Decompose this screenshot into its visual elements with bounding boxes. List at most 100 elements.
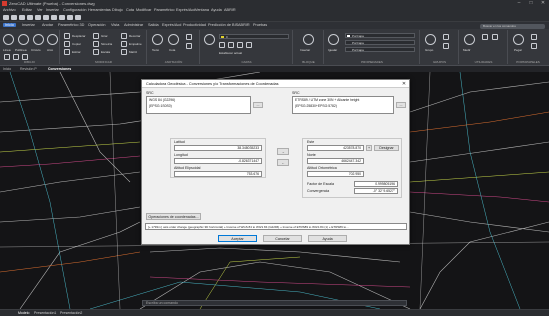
undo-icon[interactable] xyxy=(51,15,57,20)
mirror-icon[interactable] xyxy=(93,41,99,47)
menu-expres[interactable]: Exprés/Acd xyxy=(176,8,195,12)
match-icon[interactable] xyxy=(67,15,73,20)
copy-clip-icon[interactable] xyxy=(531,43,537,49)
linetype-select[interactable]: PorCapa xyxy=(345,40,415,45)
layer-lock-icon[interactable] xyxy=(237,42,243,48)
doc-tab-revision[interactable]: Revisión P xyxy=(20,67,37,71)
dialog-close-button[interactable]: ✕ xyxy=(399,80,409,88)
tab-inicio[interactable]: Inicio xyxy=(3,23,16,27)
insert-block-icon[interactable] xyxy=(303,34,314,45)
help-button[interactable]: Ayuda xyxy=(308,235,347,242)
scale-label[interactable]: Escala xyxy=(101,50,110,54)
stretch-icon[interactable] xyxy=(64,49,70,55)
tab-parametrico-3d[interactable]: Paramétrico 3D xyxy=(58,23,84,27)
tab-productividad[interactable]: Productividad xyxy=(183,23,206,27)
menu-herramientas[interactable]: Herramientas xyxy=(88,8,111,12)
layer-freeze-icon[interactable] xyxy=(228,42,234,48)
print-icon[interactable] xyxy=(35,15,41,20)
command-line-input[interactable]: Escriba un comando xyxy=(142,300,407,306)
move-icon[interactable] xyxy=(64,33,70,39)
menu-modificar[interactable]: Modificar xyxy=(136,8,151,12)
text-icon[interactable] xyxy=(152,34,163,45)
convert-forward-button[interactable]: → xyxy=(277,148,289,155)
operation-pipeline-field[interactable]: [+ 1793m ] axis order change (geographic… xyxy=(145,223,407,230)
close-window-button[interactable]: ✕ xyxy=(537,0,549,7)
save-icon[interactable] xyxy=(19,15,25,20)
array-label[interactable]: Matriz xyxy=(129,50,137,54)
insert-label[interactable]: Insertar xyxy=(300,48,310,52)
measure-label[interactable]: Medir xyxy=(463,48,471,52)
menu-ver[interactable]: Ver xyxy=(37,8,43,12)
src-source-item[interactable]: (EPSG:1S0S0) xyxy=(147,103,250,109)
paste-icon[interactable] xyxy=(513,34,524,45)
text-label[interactable]: Texto xyxy=(152,48,159,52)
src-target-list[interactable]: ETRS89 / UTM zone 30N + Alicante height … xyxy=(292,96,394,114)
layout-tab-2[interactable]: Presentación2 xyxy=(60,311,82,315)
layer-isolate-icon[interactable] xyxy=(246,42,252,48)
group-label[interactable]: Grupo xyxy=(425,48,433,52)
rotate-icon[interactable] xyxy=(93,33,99,39)
layer-select[interactable]: 0 xyxy=(219,34,289,39)
doc-tab-inicio[interactable]: Inicio xyxy=(3,67,11,71)
plot-icon[interactable] xyxy=(43,15,49,20)
coordinate-operations-button[interactable]: Operaciones de coordenadas... xyxy=(146,213,201,220)
tab-vista[interactable]: Vista xyxy=(111,23,119,27)
tab-abrir[interactable]: ABRIR xyxy=(238,23,250,27)
open-file-icon[interactable] xyxy=(11,15,17,20)
minimize-button[interactable]: – xyxy=(513,0,525,7)
menu-ayuda[interactable]: Ayuda xyxy=(211,8,222,12)
tab-insertar[interactable]: Insertar xyxy=(22,23,35,27)
lineweight-select[interactable]: PorCapa xyxy=(345,47,415,52)
dimension-label[interactable]: Cota xyxy=(169,48,175,52)
table-icon[interactable] xyxy=(186,43,192,49)
circle-icon[interactable] xyxy=(33,34,44,45)
workspace-icon[interactable] xyxy=(75,15,81,20)
maximize-button[interactable]: □ xyxy=(525,0,537,7)
array-icon[interactable] xyxy=(121,49,127,55)
scale-icon[interactable] xyxy=(93,49,99,55)
stretch-label[interactable]: Estirar xyxy=(72,50,81,54)
latitude-input[interactable]: 38.348035233 xyxy=(174,145,262,151)
match-properties-label[interactable]: Igualar xyxy=(328,48,337,52)
layer-properties-icon[interactable] xyxy=(204,34,215,45)
arc-icon[interactable] xyxy=(47,34,58,45)
menu-abrir[interactable]: ABRIR xyxy=(224,8,236,12)
fillet-label[interactable]: Empalme xyxy=(129,42,142,46)
src-source-list[interactable]: WGS 84 (G2296) (EPSG:1S0S0) xyxy=(146,96,251,114)
trim-icon[interactable] xyxy=(121,33,127,39)
save-as-icon[interactable] xyxy=(27,15,33,20)
fillet-icon[interactable] xyxy=(121,41,127,47)
orthometric-height-input[interactable]: 702.950 xyxy=(307,171,364,177)
leader-icon[interactable] xyxy=(186,34,192,40)
menu-ventana[interactable]: Ventana xyxy=(195,8,209,12)
menu-configuracion[interactable]: Configuración xyxy=(63,8,86,12)
convert-inverse-button[interactable]: ← xyxy=(277,159,289,166)
northing-input[interactable]: 4662447.342 xyxy=(307,158,364,164)
menu-cota[interactable]: Cota xyxy=(126,8,134,12)
polyline-icon[interactable] xyxy=(18,34,29,45)
menu-parametrico[interactable]: Paramétrico xyxy=(154,8,174,12)
copy-icon[interactable] xyxy=(64,41,70,47)
tab-administrar[interactable]: Administrar xyxy=(124,23,143,27)
cancel-button[interactable]: Cancelar xyxy=(263,235,302,242)
ellipsoidal-height-input[interactable]: 753.676 xyxy=(174,171,262,177)
color-select[interactable]: PorCapa xyxy=(345,33,415,38)
new-file-icon[interactable] xyxy=(3,15,9,20)
cut-icon[interactable] xyxy=(531,34,537,40)
tab-anotar[interactable]: Anotar xyxy=(42,23,53,27)
src-source-browse-button[interactable]: ... xyxy=(253,102,263,108)
dimension-icon[interactable] xyxy=(168,34,179,45)
pick-clear-button[interactable]: + xyxy=(366,145,372,151)
layer-off-icon[interactable] xyxy=(219,42,225,48)
mirror-label[interactable]: Simetría xyxy=(101,42,112,46)
layout-tab-model[interactable]: Modelo xyxy=(18,311,29,315)
calculator-icon[interactable] xyxy=(482,34,488,40)
group-icon[interactable] xyxy=(425,34,436,45)
move-label[interactable]: Desplazar xyxy=(72,34,86,38)
tab-expres[interactable]: Exprés/Acd xyxy=(162,23,181,27)
rotate-label[interactable]: Girar xyxy=(101,34,108,38)
layer-current-label[interactable]: Establecer actual xyxy=(219,51,242,55)
menu-dibujo[interactable]: Dibujo xyxy=(112,8,123,12)
ungroup-icon[interactable] xyxy=(443,34,449,40)
menu-insertar[interactable]: Insertar xyxy=(46,8,59,12)
